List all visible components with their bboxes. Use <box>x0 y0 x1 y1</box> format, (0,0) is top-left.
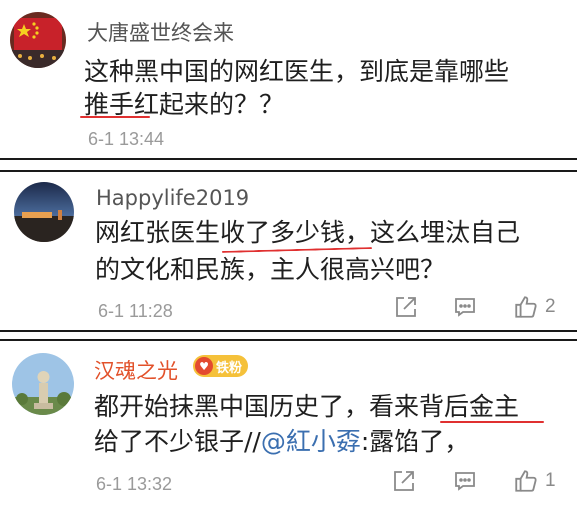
avatar[interactable] <box>12 353 74 415</box>
thumbs-up-icon <box>515 296 537 318</box>
username[interactable]: Happylife2019 <box>96 186 249 210</box>
comment-text-line: 这种黑中国的网红医生，到底是靠哪些 <box>84 57 510 86</box>
mention-link[interactable]: @紅小孬 <box>261 427 361 456</box>
share-icon <box>394 471 414 491</box>
comment-card: 汉魂之光 ♥ 铁粉 都开始抹黑中国历史了，看来背后金主 给了不少银子//@紅小孬… <box>0 339 577 508</box>
comment-text-segment: 给了不少银子// <box>94 427 261 456</box>
timestamp: 6-1 13:32 <box>96 474 173 494</box>
red-underline <box>440 421 544 423</box>
comment-text-line: 给了不少银子//@紅小孬:露馅了， <box>94 423 469 460</box>
comment-icon <box>455 298 475 317</box>
comment-button[interactable] <box>453 469 477 493</box>
fan-badge[interactable]: ♥ 铁粉 <box>193 355 249 377</box>
avatar[interactable] <box>10 12 66 68</box>
share-button[interactable] <box>392 469 416 493</box>
heart-icon: ♥ <box>195 357 213 375</box>
comment-card: Happylife2019 网红张医生收了多少钱，这么埋汰自己 的文化和民族，主… <box>0 170 577 332</box>
username[interactable]: 大唐盛世终会来 <box>87 17 234 47</box>
like-button[interactable]: 2 <box>513 294 556 320</box>
red-underline <box>80 116 150 118</box>
comment-text-line: 的文化和民族，主人很高兴吧？ <box>95 255 446 284</box>
comment-card: 大唐盛世终会来 这种黑中国的网红医生，到底是靠哪些 推手红起来的？？ 6-1 1… <box>0 0 577 160</box>
comment-button[interactable] <box>453 295 477 319</box>
like-button[interactable]: 1 <box>513 468 556 494</box>
comment-text-line: 都开始抹黑中国历史了，看来背后金主 <box>94 392 520 421</box>
comment-icon <box>455 472 475 491</box>
badge-label: 铁粉 <box>216 360 243 376</box>
username[interactable]: 汉魂之光 <box>94 355 178 385</box>
timestamp: 6-1 13:44 <box>88 129 165 149</box>
timestamp: 6-1 11:28 <box>98 301 173 321</box>
comment-text-line: 网红张医生收了多少钱，这么埋汰自己 <box>95 218 521 247</box>
thumbs-up-icon <box>515 470 537 492</box>
share-button[interactable] <box>394 295 418 319</box>
share-icon <box>396 297 416 317</box>
avatar[interactable] <box>14 182 74 242</box>
comment-text-segment: :露馅了， <box>360 427 470 456</box>
like-count: 2 <box>545 296 556 317</box>
like-count: 1 <box>545 470 556 491</box>
